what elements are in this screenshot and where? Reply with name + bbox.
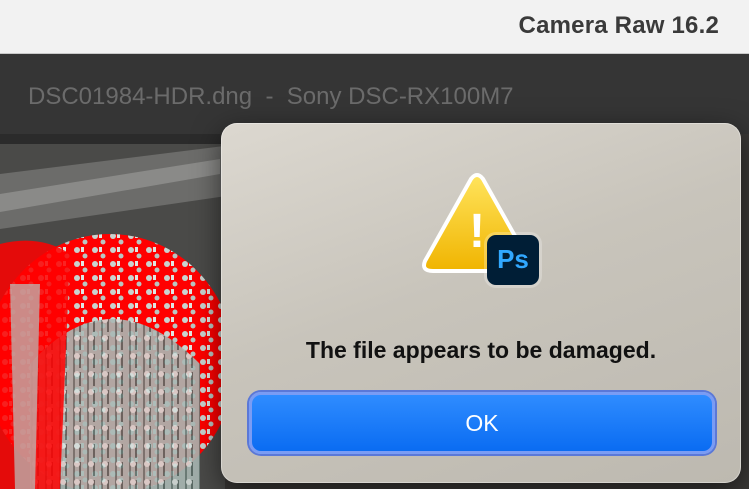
- photoshop-badge-text: Ps: [497, 244, 529, 274]
- document-title: DSC01984-HDR.dng - Sony DSC-RX100M7: [28, 83, 514, 110]
- app-title: Camera Raw 16.2: [518, 12, 719, 39]
- alert-message: The file appears to be damaged.: [305, 337, 657, 363]
- photoshop-badge-icon: Ps: [487, 235, 539, 285]
- warning-exclamation: !: [469, 205, 485, 258]
- ok-button[interactable]: OK: [249, 392, 715, 454]
- damaged-file-alert-dialog: ! Ps The file appears to be damaged. OK: [221, 123, 741, 483]
- app-titlebar: Camera Raw 16.2: [0, 0, 749, 54]
